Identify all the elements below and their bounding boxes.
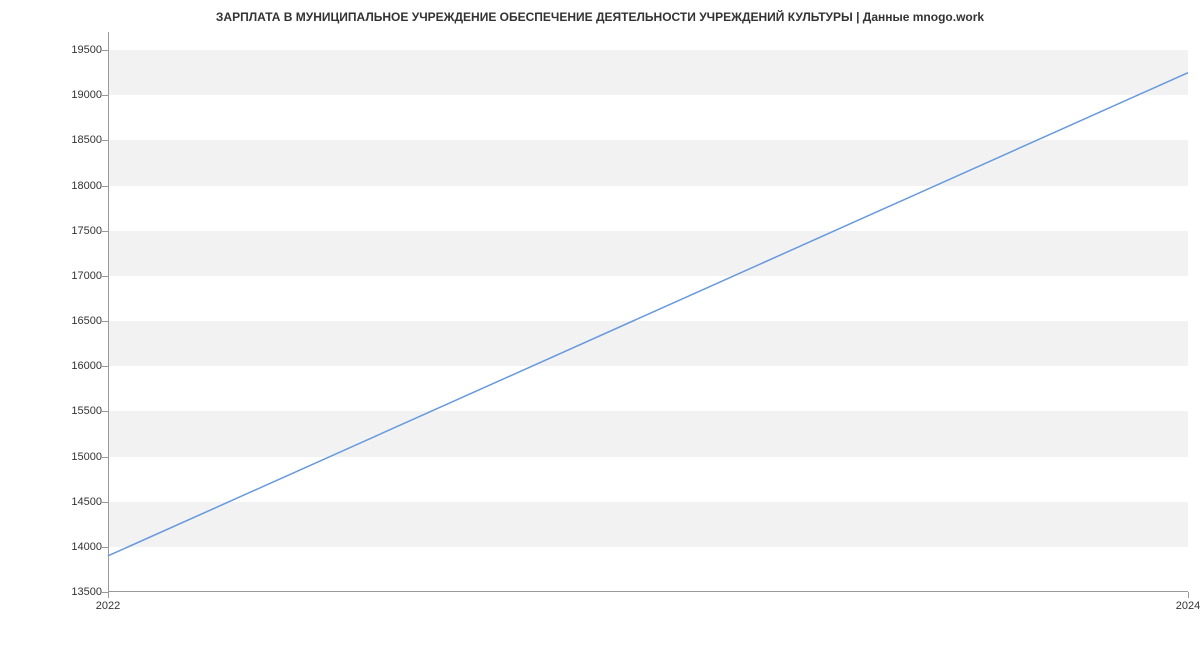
chart-title: ЗАРПЛАТА В МУНИЦИПАЛЬНОЕ УЧРЕЖДЕНИЕ ОБЕС… [0,10,1200,24]
y-axis-label: 13500 [42,586,102,598]
salary-chart: ЗАРПЛАТА В МУНИЦИПАЛЬНОЕ УЧРЕЖДЕНИЕ ОБЕС… [0,0,1200,650]
x-tick [1188,592,1189,598]
x-axis-label: 2024 [1176,600,1200,612]
y-axis-label: 19500 [42,44,102,56]
salary-data-line [108,73,1188,556]
y-axis-label: 15000 [42,451,102,463]
y-axis-label: 17500 [42,225,102,237]
y-axis-label: 17000 [42,270,102,282]
y-axis-label: 16500 [42,315,102,327]
y-axis-label: 16000 [42,360,102,372]
line-plot-svg [108,32,1188,592]
y-axis-label: 14000 [42,541,102,553]
plot-area [108,32,1188,592]
y-axis-label: 18000 [42,180,102,192]
y-axis-label: 14500 [42,496,102,508]
y-axis-label: 15500 [42,405,102,417]
y-axis-label: 18500 [42,134,102,146]
y-axis-label: 19000 [42,89,102,101]
x-axis-label: 2022 [96,600,120,612]
x-tick [108,592,109,598]
